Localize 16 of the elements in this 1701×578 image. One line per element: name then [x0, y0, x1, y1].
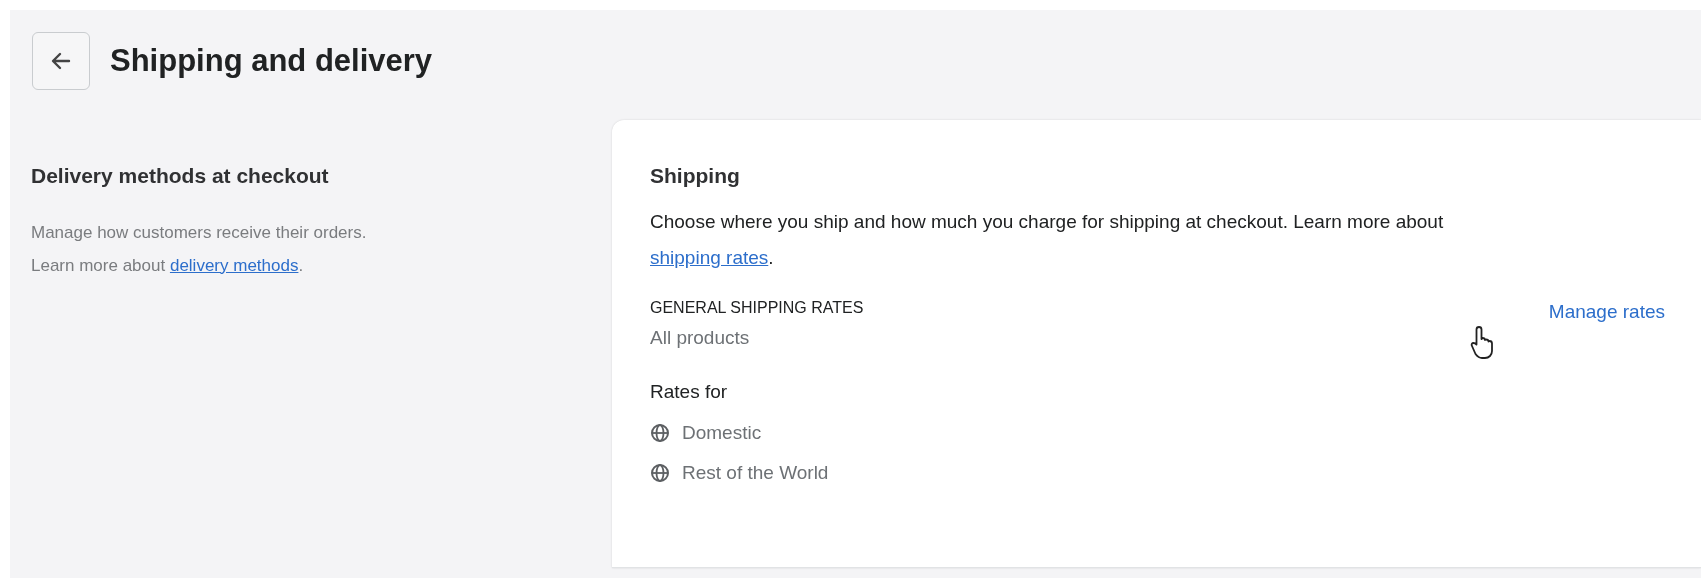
shipping-rates-link[interactable]: shipping rates: [650, 246, 769, 268]
zone-name: Domestic: [682, 420, 762, 445]
section-title: Delivery methods at checkout: [31, 163, 330, 189]
rates-for-label: Rates for: [650, 380, 729, 404]
profile-title: GENERAL SHIPPING RATES: [650, 297, 864, 318]
back-button[interactable]: [32, 32, 90, 90]
card-title: Shipping: [650, 163, 741, 189]
globe-icon: [650, 463, 670, 484]
section-description: Manage how customers receive their orders. Learn more about delivery methods.: [31, 221, 368, 277]
delivery-methods-link[interactable]: delivery methods: [169, 255, 299, 275]
manage-rates-link[interactable]: Manage rates: [1548, 297, 1665, 326]
profile-subtitle: All products: [650, 325, 751, 350]
page-title: Shipping and delivery: [110, 41, 433, 80]
globe-icon: [650, 422, 670, 443]
zone-name: Rest of the World: [682, 461, 829, 485]
card-description: Choose where you ship and how much you charge for shipping at checkout. Learn more about shipping rates.: [650, 209, 1445, 270]
